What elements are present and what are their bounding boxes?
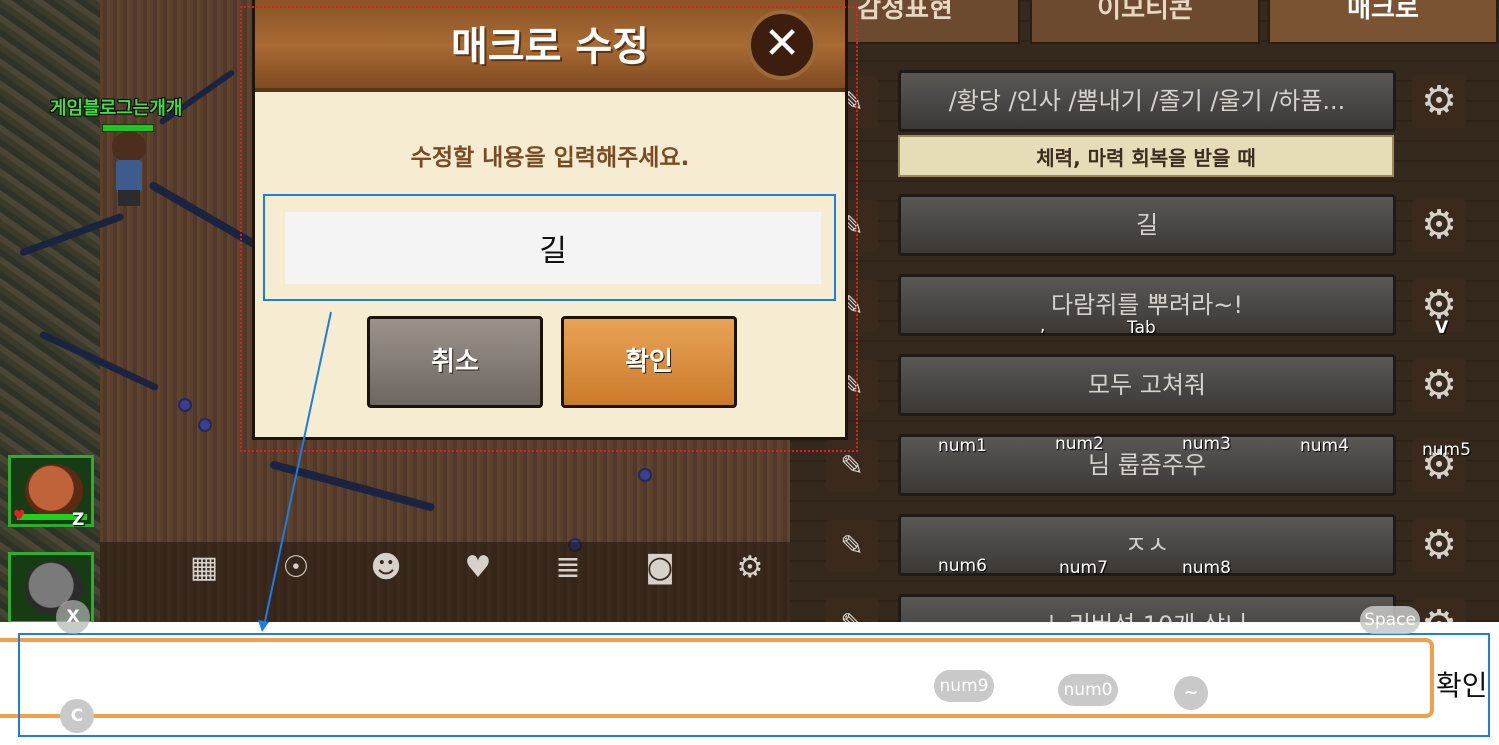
key-hint-num0: num0	[1058, 674, 1118, 706]
macro-row-1[interactable]: /황당 /인사 /뽐내기 /졸기 /울기 /하품...	[898, 70, 1396, 132]
key-hint-z: Z	[72, 510, 85, 530]
tab-label: 매크로	[1347, 0, 1419, 24]
camera-icon[interactable]: ◙	[640, 548, 680, 588]
heart-icon: ♥	[13, 508, 26, 524]
tab-emoticons[interactable]: 이모티콘	[1030, 0, 1260, 44]
macro-row-2[interactable]: 길	[898, 194, 1396, 256]
input-highlight-box	[263, 194, 836, 301]
key-hint-num9: num9	[934, 670, 994, 702]
heart-icon[interactable]: ♥	[458, 548, 498, 588]
flower	[200, 420, 210, 430]
character-name: 게임블로그는개개	[50, 98, 183, 119]
edit-icon[interactable]: ✎	[826, 520, 878, 572]
macro-edit-icon[interactable]: ≣	[548, 548, 588, 588]
key-hint-comma: ,	[1040, 316, 1046, 336]
tab-macro[interactable]: 매크로	[1268, 0, 1498, 44]
fence-icon[interactable]: ▦	[184, 548, 224, 588]
gear-icon[interactable]: ⚙	[1412, 358, 1466, 412]
key-hint-num7: num7	[1059, 558, 1108, 578]
gear-icon[interactable]: ⚙	[1412, 74, 1466, 128]
player-character[interactable]	[110, 132, 148, 208]
edit-icon[interactable]: ✎	[826, 598, 878, 622]
key-hint-num6: num6	[938, 556, 987, 576]
character-hp-bar	[102, 124, 154, 132]
key-hint-tab: Tab	[1127, 318, 1156, 338]
key-hint-tilde: ~	[1174, 676, 1208, 710]
smile-icon[interactable]: ☻	[366, 548, 406, 588]
pet-face-icon[interactable]: ☉	[276, 548, 316, 588]
expanded-confirm-button[interactable]: 확인	[1436, 664, 1488, 704]
macro-row-4[interactable]: 모두 고쳐줘	[898, 354, 1396, 416]
settings-gear-icon[interactable]: ⚙	[730, 548, 770, 588]
tab-label: 감정표현	[857, 0, 953, 24]
key-hint-num5: num5	[1422, 440, 1471, 460]
character-head	[112, 132, 146, 162]
key-hint-v: V	[1435, 318, 1449, 338]
macro-condition-label: 체력, 마력 회복을 받을 때	[898, 135, 1394, 177]
key-hint-num1: num1	[938, 436, 987, 456]
flower	[640, 470, 650, 480]
key-hint-space: Space	[1360, 606, 1420, 634]
character-legs	[118, 190, 140, 206]
flower	[180, 400, 190, 410]
character-shirt	[116, 160, 142, 192]
key-hint-num3: num3	[1182, 434, 1231, 454]
key-hint-x: X	[56, 600, 90, 634]
gear-icon[interactable]: ⚙	[1412, 198, 1466, 252]
key-hint-num4: num4	[1300, 436, 1349, 456]
key-hint-num2: num2	[1055, 434, 1104, 454]
macro-row-7[interactable]: 노리버섯 10개 삽니	[898, 594, 1396, 622]
expanded-input-highlight-box	[18, 633, 1490, 737]
gear-icon[interactable]: ⚙	[1412, 598, 1466, 622]
key-hint-c: C	[60, 699, 94, 733]
gear-icon[interactable]: ⚙	[1412, 518, 1466, 572]
tab-label: 이모티콘	[1097, 0, 1193, 24]
key-hint-num8: num8	[1182, 558, 1231, 578]
